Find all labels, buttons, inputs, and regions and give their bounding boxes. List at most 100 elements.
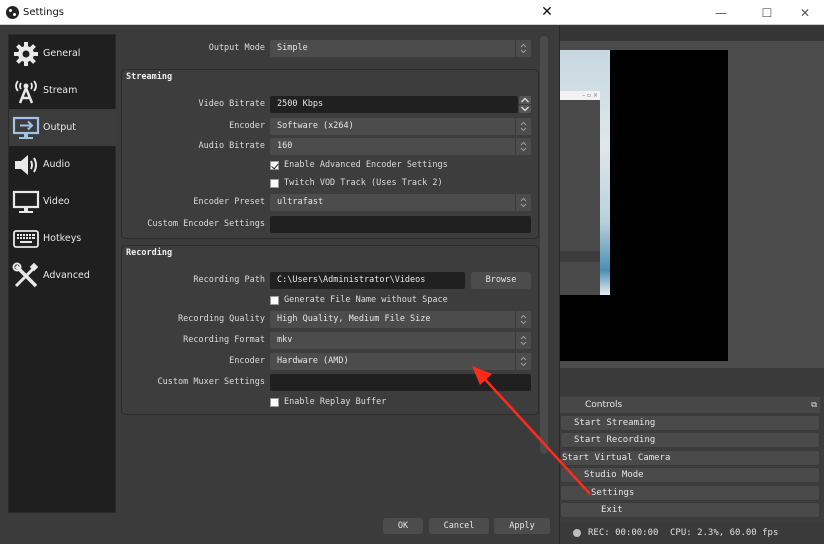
controls-header: Controls ⧉ — [560, 397, 820, 413]
monitor-icon — [12, 188, 40, 216]
sidebar-label: Video — [43, 196, 70, 207]
sidebar-label: Advanced — [43, 270, 90, 281]
apply-button[interactable]: Apply — [494, 518, 550, 534]
generate-filename-checkbox[interactable]: Generate File Name without Space — [270, 294, 448, 306]
settings-close-button[interactable]: ✕ — [534, 0, 560, 25]
sidebar-label: General — [43, 48, 81, 59]
rec-timer: REC: 00:00:00 — [588, 528, 659, 538]
checkbox-unchecked-icon[interactable] — [270, 178, 279, 188]
checkbox-checked-icon[interactable] — [270, 160, 279, 170]
start-virtual-camera-button[interactable]: Start Virtual Camera — [560, 450, 820, 466]
sidebar-item-output[interactable]: Output — [9, 109, 116, 146]
speaker-icon — [12, 151, 40, 179]
replay-buffer-checkbox[interactable]: Enable Replay Buffer — [270, 396, 386, 408]
exit-button[interactable]: Exit — [560, 502, 820, 518]
minimize-button[interactable]: — — [698, 0, 744, 25]
sidebar-item-stream[interactable]: Stream — [9, 72, 116, 109]
sidebar-item-audio[interactable]: Audio — [9, 146, 116, 183]
settings-label: Settings — [591, 488, 635, 498]
chevron-updown-icon — [515, 40, 531, 57]
studio-mode-button[interactable]: Studio Mode — [560, 467, 820, 483]
checkbox-unchecked-icon[interactable] — [270, 397, 279, 407]
preview-canvas-lower — [560, 295, 728, 361]
settings-titlebar: Settings ✕ — [0, 0, 560, 25]
encoder-preset-label: Encoder Preset — [193, 197, 265, 207]
settings-dialog: Settings ✕ General Stream Output Audio V… — [0, 0, 560, 544]
custom-encoder-settings-input[interactable] — [270, 216, 531, 233]
audio-bitrate-value: 160 — [277, 141, 293, 151]
exit-label: Exit — [601, 505, 623, 515]
video-bitrate-input[interactable]: 2500 Kbps — [270, 96, 518, 113]
stream-encoder-value: Software (x264) — [277, 121, 354, 131]
preview-nested-window: – ▫ × — [560, 91, 600, 296]
recording-quality-label: Recording Quality — [178, 314, 265, 324]
keyboard-icon — [12, 225, 40, 253]
encoder-preset-value: ultrafast — [277, 197, 324, 207]
video-bitrate-value: 2500 Kbps — [277, 99, 324, 109]
enable-advanced-encoder-label: Enable Advanced Encoder Settings — [284, 160, 448, 170]
settings-sidebar: General Stream Output Audio Video Hotkey… — [8, 34, 116, 513]
recording-format-label: Recording Format — [183, 335, 265, 345]
main-menubar — [560, 26, 824, 41]
sidebar-label: Output — [43, 122, 76, 133]
output-mode-value: Simple — [277, 43, 308, 53]
recording-format-select[interactable]: mkv — [270, 332, 531, 349]
twitch-vod-track-label: Twitch VOD Track (Uses Track 2) — [284, 178, 443, 188]
recording-quality-value: High Quality, Medium File Size — [277, 314, 431, 324]
audio-bitrate-label: Audio Bitrate — [198, 141, 265, 151]
sidebar-item-video[interactable]: Video — [9, 183, 116, 220]
wrench-screwdriver-icon — [12, 262, 40, 290]
recording-encoder-label: Encoder — [229, 356, 265, 366]
main-close-button[interactable]: ✕ — [782, 0, 824, 25]
settings-button[interactable]: Settings — [560, 485, 820, 501]
output-mode-label: Output Mode — [208, 43, 265, 53]
checkbox-unchecked-icon[interactable] — [270, 295, 279, 305]
chevron-updown-icon — [515, 311, 531, 328]
recording-encoder-select[interactable]: Hardware (AMD) — [270, 353, 531, 370]
video-bitrate-spinner[interactable] — [519, 96, 531, 113]
chevron-updown-icon — [515, 332, 531, 349]
scene-bar — [560, 368, 824, 396]
browse-button[interactable]: Browse — [471, 272, 531, 289]
custom-muxer-settings-label: Custom Muxer Settings — [157, 377, 265, 387]
cancel-button[interactable]: Cancel — [429, 518, 489, 534]
sidebar-item-general[interactable]: General — [9, 35, 116, 72]
recording-path-value: C:\Users\Administrator\Videos — [277, 275, 426, 285]
replay-buffer-label: Enable Replay Buffer — [284, 397, 387, 407]
output-mode-select[interactable]: Simple — [270, 40, 531, 57]
studio-mode-label: Studio Mode — [584, 470, 644, 480]
content-scrollbar[interactable] — [540, 36, 548, 454]
chevron-updown-icon — [515, 138, 531, 155]
recording-path-input[interactable]: C:\Users\Administrator\Videos — [270, 272, 465, 289]
sidebar-item-hotkeys[interactable]: Hotkeys — [9, 220, 116, 257]
encoder-preset-select[interactable]: ultrafast — [270, 194, 531, 211]
start-streaming-label: Start Streaming — [574, 418, 656, 428]
chevron-updown-icon — [515, 194, 531, 211]
recording-path-label: Recording Path — [193, 275, 265, 285]
enable-advanced-encoder-checkbox[interactable]: Enable Advanced Encoder Settings — [270, 159, 448, 171]
stream-encoder-select[interactable]: Software (x264) — [270, 118, 531, 135]
settings-title: Settings — [23, 7, 65, 18]
ok-button[interactable]: OK — [383, 518, 423, 534]
sidebar-label: Stream — [43, 85, 78, 96]
cpu-fps-readout: CPU: 2.3%, 60.00 fps — [670, 528, 779, 538]
preview-nested-bar — [560, 251, 600, 262]
stream-encoder-label: Encoder — [229, 121, 265, 131]
start-streaming-button[interactable]: Start Streaming — [560, 415, 820, 431]
sidebar-item-advanced[interactable]: Advanced — [9, 257, 116, 294]
recording-group-title: Recording — [126, 248, 173, 258]
custom-muxer-settings-input[interactable] — [270, 374, 531, 391]
recording-format-value: mkv — [277, 335, 293, 345]
generate-filename-label: Generate File Name without Space — [284, 295, 448, 305]
recording-encoder-value: Hardware (AMD) — [277, 356, 349, 366]
dock-float-icon[interactable]: ⧉ — [811, 397, 817, 413]
chevron-updown-icon — [515, 118, 531, 135]
streaming-group-title: Streaming — [126, 72, 173, 82]
preview-nested-titlebar: – ▫ × — [560, 91, 600, 100]
custom-encoder-settings-label: Custom Encoder Settings — [147, 219, 265, 229]
start-recording-button[interactable]: Start Recording — [560, 432, 820, 448]
recording-quality-select[interactable]: High Quality, Medium File Size — [270, 311, 531, 328]
audio-bitrate-select[interactable]: 160 — [270, 138, 531, 155]
twitch-vod-track-checkbox[interactable]: Twitch VOD Track (Uses Track 2) — [270, 177, 443, 189]
controls-dock: Controls ⧉ Start Streaming Start Recordi… — [560, 396, 820, 520]
